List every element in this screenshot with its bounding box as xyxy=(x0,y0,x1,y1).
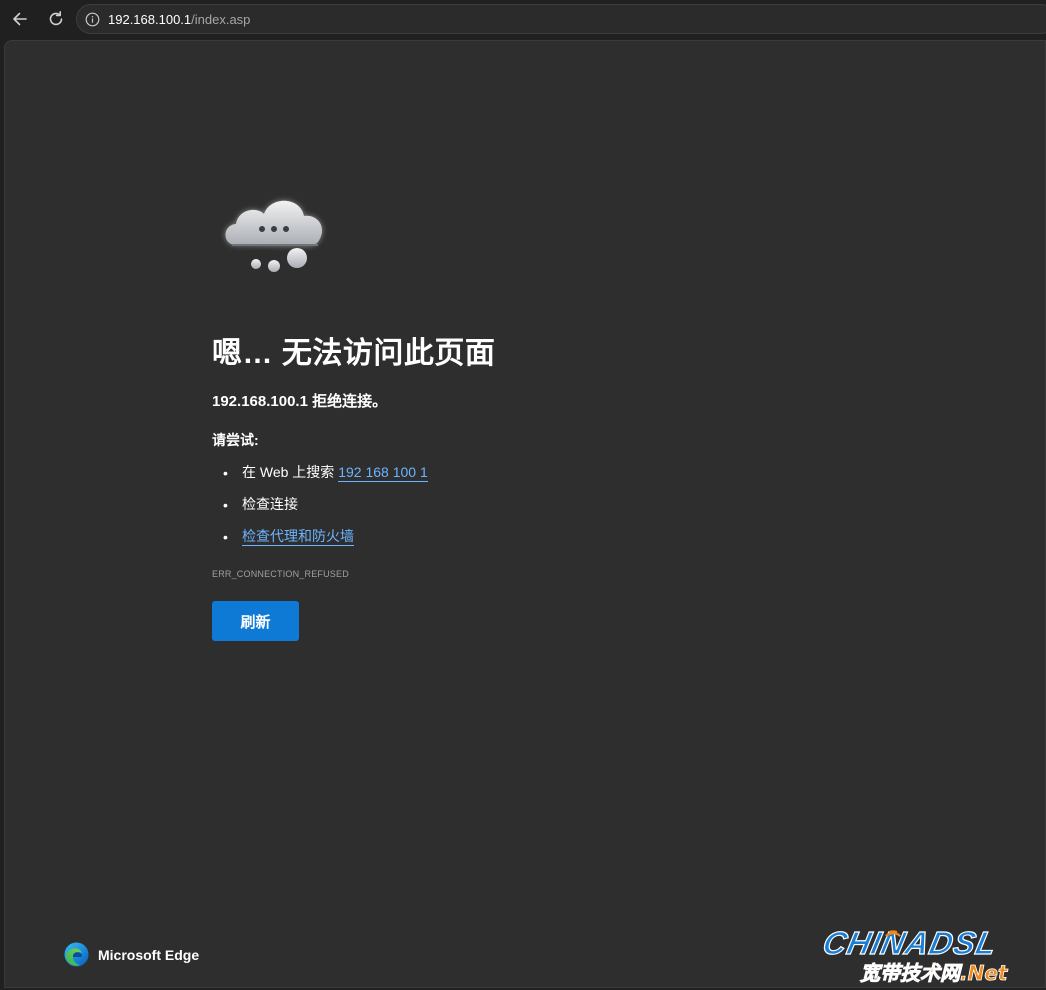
watermark-line1: CHINADSL xyxy=(820,925,1001,961)
check-proxy-firewall-link[interactable]: 检查代理和防火墙 xyxy=(242,528,354,546)
suggestion-list: • 在 Web 上搜索 192 168 100 1 • 检查连接 • 检查代理和… xyxy=(212,462,428,558)
try-label: 请尝试: xyxy=(212,432,259,448)
bullet: • xyxy=(223,497,228,513)
bullet: • xyxy=(223,529,228,545)
suggestion-check-proxy: • 检查代理和防火墙 xyxy=(212,526,428,558)
url-text[interactable]: 192.168.100.1/index.asp xyxy=(108,12,250,27)
refresh-page-button[interactable] xyxy=(41,4,71,34)
suggestion-check-connection: • 检查连接 xyxy=(212,494,428,526)
url-path: /index.asp xyxy=(191,12,251,27)
watermark-line2: 宽带技术网.Net xyxy=(859,961,1009,984)
address-bar[interactable]: 192.168.100.1/index.asp xyxy=(76,4,1046,34)
suggestion-text: 检查连接 xyxy=(242,496,298,512)
back-button[interactable] xyxy=(5,4,35,34)
back-arrow-icon xyxy=(13,12,27,26)
error-subtitle: 192.168.100.1 拒绝连接。 xyxy=(212,393,388,410)
edge-brand-name: Microsoft Edge xyxy=(98,946,200,963)
info-icon[interactable] xyxy=(85,12,100,27)
edge-logo-icon xyxy=(64,942,89,967)
search-web-link[interactable]: 192 168 100 1 xyxy=(338,464,428,482)
error-code: ERR_CONNECTION_REFUSED xyxy=(212,569,349,579)
edge-brand: Microsoft Edge xyxy=(64,942,199,967)
browser-toolbar: 192.168.100.1/index.asp xyxy=(0,0,1046,38)
chinadsl-watermark: CHINADSL 宽带技术网.Net xyxy=(819,925,1009,984)
bullet: • xyxy=(223,465,228,481)
page-title: 嗯… 无法访问此页面 xyxy=(212,337,496,370)
refresh-icon xyxy=(49,11,63,26)
error-page xyxy=(4,40,1046,988)
refresh-button[interactable]: 刷新 xyxy=(212,601,299,641)
suggestion-search-web: • 在 Web 上搜索 192 168 100 1 xyxy=(212,462,428,494)
suggestion-text: 在 Web 上搜索 xyxy=(242,464,339,480)
cloud-icon xyxy=(225,200,323,272)
url-host: 192.168.100.1 xyxy=(108,12,192,27)
